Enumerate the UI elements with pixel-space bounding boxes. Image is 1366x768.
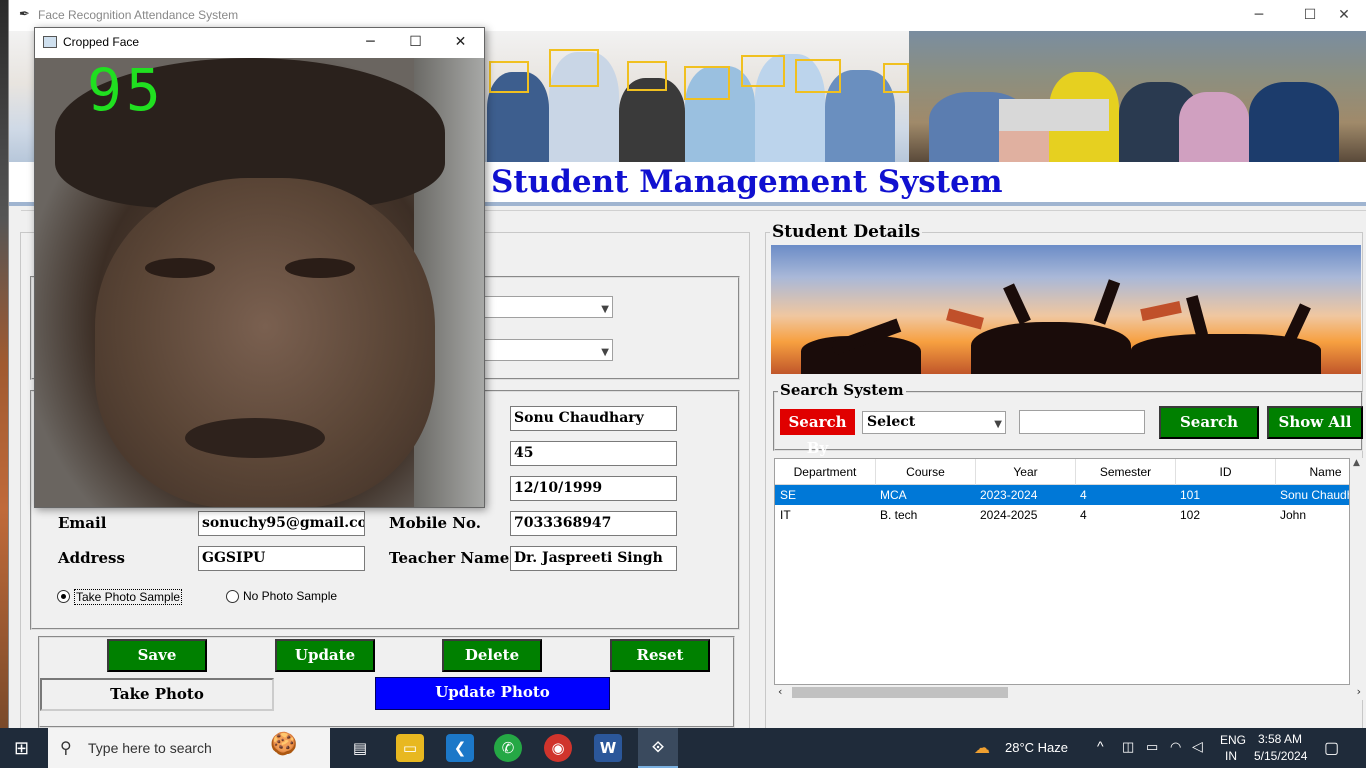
maximize-button[interactable]: ☐ bbox=[393, 28, 438, 58]
page-title: Student Management System bbox=[491, 164, 1003, 200]
task-view-icon[interactable]: ▤ bbox=[346, 734, 374, 762]
chevron-down-icon: ▼ bbox=[601, 347, 609, 358]
chevron-down-icon: ▼ bbox=[994, 419, 1002, 430]
clock-date[interactable]: 5/15/2024 bbox=[1254, 749, 1307, 763]
notification-icon[interactable]: ▢ bbox=[1324, 738, 1339, 758]
chrome-icon[interactable]: ◉ bbox=[544, 734, 572, 762]
student-table[interactable]: Department Course Year Semester ID Name … bbox=[774, 458, 1350, 685]
save-button[interactable]: Save bbox=[107, 639, 207, 672]
whatsapp-icon[interactable]: ✆ bbox=[494, 734, 522, 762]
update-photo-button[interactable]: Update Photo bbox=[375, 677, 610, 710]
address-label: Address bbox=[58, 549, 125, 567]
student-name-field[interactable]: Sonu Chaudhary bbox=[510, 406, 677, 431]
clock-time[interactable]: 3:58 AM bbox=[1258, 732, 1302, 746]
mobile-label: Mobile No. bbox=[389, 514, 481, 532]
scrollbar-thumb[interactable] bbox=[792, 687, 1008, 698]
search-by-combo[interactable]: Select ▼ bbox=[862, 411, 1006, 434]
delete-button[interactable]: Delete bbox=[442, 639, 542, 672]
face-window-title: Cropped Face bbox=[63, 35, 140, 49]
chevron-right-icon[interactable]: › bbox=[1357, 685, 1361, 698]
column-header[interactable]: Year bbox=[976, 459, 1076, 485]
chevron-left-icon[interactable]: ‹ bbox=[778, 685, 782, 698]
table-row[interactable]: IT B. tech 2024-2025 4 102 John bbox=[775, 505, 1349, 525]
feather-icon: ✒ bbox=[19, 7, 30, 22]
dob-field[interactable]: 12/10/1999 bbox=[510, 476, 677, 501]
reset-button[interactable]: Reset bbox=[610, 639, 710, 672]
table-horizontal-scrollbar[interactable]: ‹ › bbox=[774, 685, 1364, 700]
table-row[interactable]: SE MCA 2023-2024 4 101 Sonu Chaudhary bbox=[775, 485, 1349, 505]
search-input[interactable] bbox=[1019, 410, 1145, 434]
graduation-image bbox=[771, 245, 1361, 374]
wifi-icon[interactable]: ◠ bbox=[1170, 739, 1181, 755]
update-button[interactable]: Update bbox=[275, 639, 375, 672]
address-field[interactable]: GGSIPU bbox=[198, 546, 365, 571]
vscode-icon[interactable]: ❮ bbox=[446, 734, 474, 762]
column-header[interactable]: ID bbox=[1176, 459, 1276, 485]
search-button[interactable]: Search bbox=[1159, 406, 1259, 439]
table-header: Department Course Year Semester ID Name bbox=[775, 459, 1349, 485]
close-button[interactable]: ✕ bbox=[438, 28, 483, 58]
meet-icon[interactable]: ◫ bbox=[1122, 739, 1134, 755]
radio-empty-icon bbox=[226, 590, 239, 603]
chevron-up-icon[interactable]: ^ bbox=[1097, 738, 1104, 754]
column-header[interactable]: Department bbox=[775, 459, 876, 485]
email-field[interactable]: sonuchy95@gmail.com bbox=[198, 511, 365, 536]
main-window-title: Face Recognition Attendance System bbox=[38, 8, 239, 22]
show-all-button[interactable]: Show All bbox=[1267, 406, 1363, 439]
volume-icon[interactable]: ◁ bbox=[1192, 738, 1203, 755]
teacher-field[interactable]: Dr. Jaspreeti Singh bbox=[510, 546, 677, 571]
windows-start-icon[interactable]: ⊞ bbox=[14, 738, 29, 759]
language-eng[interactable]: ENG bbox=[1220, 733, 1246, 747]
column-header[interactable]: Semester bbox=[1076, 459, 1176, 485]
email-label: Email bbox=[58, 514, 107, 532]
banner-image-students bbox=[909, 31, 1366, 162]
word-icon[interactable]: W bbox=[594, 734, 622, 762]
chevron-up-icon[interactable]: ▲ bbox=[1353, 458, 1360, 468]
window-app-icon bbox=[43, 36, 57, 48]
file-explorer-icon[interactable]: ▭ bbox=[396, 734, 424, 762]
taskbar: ⊞ ⚲ Type here to search 🍪 ▤ ▭ ❮ ✆ ◉ W ⟐ … bbox=[0, 728, 1366, 768]
roll-no-field[interactable]: 45 bbox=[510, 441, 677, 466]
take-photo-button[interactable]: Take Photo bbox=[40, 678, 274, 711]
confidence-score: 95 bbox=[87, 58, 165, 124]
student-details-legend: Student Details bbox=[770, 222, 923, 242]
search-by-label: Search By bbox=[780, 409, 855, 457]
course-combo-2[interactable]: ▼ bbox=[470, 339, 613, 361]
teacher-label: Teacher Name bbox=[389, 549, 510, 567]
radio-selected-icon bbox=[57, 590, 70, 603]
language-region[interactable]: IN bbox=[1225, 749, 1237, 763]
battery-icon[interactable]: ▭ bbox=[1146, 739, 1158, 755]
column-header[interactable]: Course bbox=[876, 459, 976, 485]
weather-icon: ☁ bbox=[974, 740, 990, 757]
chevron-down-icon: ▼ bbox=[601, 304, 609, 315]
face-window-titlebar[interactable]: Cropped Face ─ ☐ ✕ bbox=[35, 28, 484, 58]
minimize-button[interactable]: ─ bbox=[348, 28, 393, 58]
close-button[interactable]: ✕ bbox=[1321, 0, 1366, 31]
cookie-icon: 🍪 bbox=[270, 732, 298, 757]
cropped-face-window: Cropped Face ─ ☐ ✕ 95 bbox=[34, 27, 485, 508]
taskbar-search-box[interactable]: ⚲ Type here to search 🍪 bbox=[48, 728, 330, 768]
weather-text[interactable]: 28°C Haze bbox=[1005, 740, 1068, 755]
face-image: 95 bbox=[35, 58, 484, 507]
minimize-button[interactable]: ─ bbox=[1236, 0, 1282, 31]
search-system-legend: Search System bbox=[778, 381, 906, 399]
python-icon[interactable]: ⟐ bbox=[638, 728, 678, 768]
table-vertical-scrollbar[interactable]: ▲ bbox=[1350, 458, 1364, 685]
column-header[interactable]: Name bbox=[1276, 459, 1349, 485]
mobile-field[interactable]: 7033368947 bbox=[510, 511, 677, 536]
course-combo-1[interactable]: ▼ bbox=[470, 296, 613, 318]
search-icon: ⚲ bbox=[60, 738, 72, 757]
